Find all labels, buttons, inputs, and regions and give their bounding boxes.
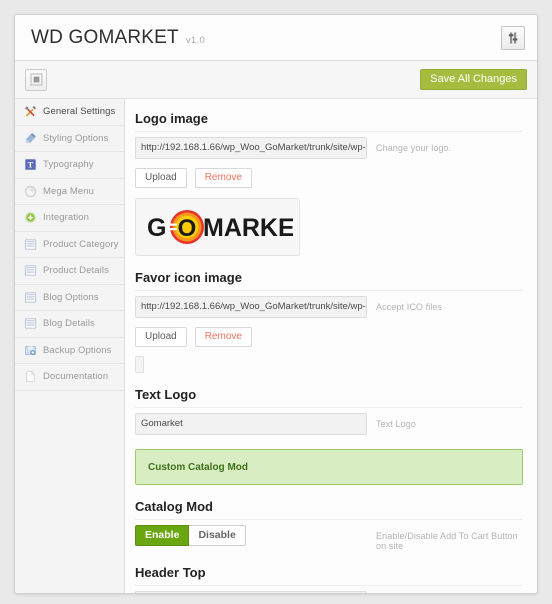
tools-icon <box>23 105 37 119</box>
favor-icon-buttons: Upload Remove <box>135 327 367 347</box>
catalog-mod-title: Catalog Mod <box>135 499 523 520</box>
favor-icon-section: Favor icon image http://192.168.1.66/wp_… <box>135 270 523 373</box>
layout-toggle-button[interactable] <box>25 68 47 91</box>
sidebar-item-general-settings[interactable]: General Settings <box>15 99 124 126</box>
version-label: v1.0 <box>185 35 206 46</box>
sidebar-item-label: Backup Options <box>43 344 112 356</box>
sidebar-item-label: Mega Menu <box>43 185 95 197</box>
catalog-mod-toggle: Enable Disable <box>135 525 367 546</box>
logo-image-field-row: http://192.168.1.66/wp_Woo_GoMarket/trun… <box>135 137 523 256</box>
sidebar-item-blog-options[interactable]: Blog Options <box>15 285 124 311</box>
header-top-field-row: 24/7 Customer Support (01) 123 456 YOUR … <box>135 591 523 593</box>
sidebar-item-label: Styling Options <box>43 132 109 144</box>
settings-panel: WD GOMARKET v1.0 Save All Changes Genera… <box>14 14 538 594</box>
svg-text:O: O <box>177 215 196 242</box>
favor-icon-field-left: http://192.168.1.66/wp_Woo_GoMarket/trun… <box>135 296 367 373</box>
paint-roller-icon <box>23 131 37 145</box>
text-logo-field-left: Gomarket <box>135 413 367 435</box>
favor-icon-preview-placeholder <box>135 356 144 373</box>
stacked-list-icon <box>23 290 37 304</box>
logo-remove-button[interactable]: Remove <box>194 168 252 188</box>
text-logo-title: Text Logo <box>135 387 523 408</box>
logo-preview: G O MARKET <box>135 198 300 256</box>
catalog-mod-description: Enable/Disable Add To Cart Button on sit… <box>376 531 518 551</box>
typography-t-icon: T <box>23 158 37 172</box>
sidebar-item-label: Blog Options <box>43 291 99 303</box>
panel-body: General Settings Styling Options T Typog… <box>15 99 537 593</box>
sidebar-item-label: Product Category <box>43 238 119 250</box>
sidebar-item-label: General Settings <box>43 106 116 118</box>
favor-icon-field-row: http://192.168.1.66/wp_Woo_GoMarket/trun… <box>135 296 523 373</box>
sidebar-item-backup-options[interactable]: Backup Options <box>15 338 124 364</box>
header-top-section: Header Top 24/7 Customer Support (01) 12… <box>135 565 523 593</box>
panel-header: WD GOMARKET v1.0 <box>15 15 537 61</box>
catalog-mod-section: Catalog Mod Enable Disable Enable/Disabl… <box>135 499 523 551</box>
sidebar-item-label: Blog Details <box>43 318 95 330</box>
sidebar-item-label: Documentation <box>43 371 109 383</box>
sidebar-item-mega-menu[interactable]: Mega Menu <box>15 179 124 205</box>
svg-text:T: T <box>27 161 33 170</box>
logo-image-title: Logo image <box>135 111 523 132</box>
header-top-field-left: 24/7 Customer Support (01) 123 456 YOUR … <box>135 591 367 593</box>
sidebar-item-label: Integration <box>43 212 89 224</box>
svg-text:G: G <box>147 214 166 242</box>
stacked-list-icon <box>23 264 37 278</box>
plus-circle-icon <box>23 211 37 225</box>
catalog-mod-disable-button[interactable]: Disable <box>189 525 246 546</box>
custom-catalog-mod-banner: Custom Catalog Mod <box>135 449 523 485</box>
sidebar-item-blog-details[interactable]: Blog Details <box>15 311 124 338</box>
backup-disk-icon <box>23 343 37 357</box>
logo-url-input[interactable]: http://192.168.1.66/wp_Woo_GoMarket/trun… <box>135 137 367 159</box>
sidebar-item-label: Product Details <box>43 265 109 277</box>
sidebar-item-documentation[interactable]: Documentation <box>15 364 124 391</box>
logo-image-description: Change your logo. <box>376 143 452 153</box>
svg-text:MARKET: MARKET <box>203 214 293 242</box>
document-page-icon <box>23 370 37 384</box>
sidebar-nav: General Settings Styling Options T Typog… <box>15 99 125 593</box>
sliders-icon <box>508 32 518 43</box>
sidebar-item-product-details[interactable]: Product Details <box>15 258 124 285</box>
sidebar-item-styling-options[interactable]: Styling Options <box>15 126 124 152</box>
sidebar-item-product-category[interactable]: Product Category <box>15 232 124 258</box>
header-top-description: Show information support <box>367 591 480 593</box>
save-all-changes-button[interactable]: Save All Changes <box>420 69 527 90</box>
sidebar-item-typography[interactable]: T Typography <box>15 152 124 179</box>
settings-toggle-button[interactable] <box>501 25 525 50</box>
catalog-mod-field-left: Enable Disable <box>135 525 367 546</box>
favor-icon-description: Accept ICO files <box>376 302 443 312</box>
catalog-mod-enable-button[interactable]: Enable <box>135 525 190 546</box>
catalog-mod-field-row: Enable Disable Enable/Disable Add To Car… <box>135 525 523 551</box>
text-logo-description: Text Logo <box>376 419 416 429</box>
logo-image-section: Logo image http://192.168.1.66/wp_Woo_Go… <box>135 111 523 256</box>
nested-squares-icon <box>29 73 43 86</box>
settings-content: Logo image http://192.168.1.66/wp_Woo_Go… <box>125 99 537 593</box>
panel-toolbar: Save All Changes <box>15 61 537 99</box>
header-top-input[interactable]: 24/7 Customer Support (01) 123 456 YOUR … <box>135 591 367 593</box>
favor-icon-url-input[interactable]: http://192.168.1.66/wp_Woo_GoMarket/trun… <box>135 296 367 318</box>
app-window: WD GOMARKET v1.0 Save All Changes Genera… <box>0 0 552 604</box>
sidebar-item-label: Typography <box>43 159 94 171</box>
header-top-title: Header Top <box>135 565 523 586</box>
stacked-list-icon <box>23 317 37 331</box>
text-logo-section: Text Logo Gomarket Text Logo <box>135 387 523 435</box>
page-title: WD GOMARKET <box>31 26 179 48</box>
text-logo-input[interactable]: Gomarket <box>135 413 367 435</box>
stacked-list-icon <box>23 237 37 251</box>
logo-upload-button[interactable]: Upload <box>135 168 187 188</box>
text-logo-field-row: Gomarket Text Logo <box>135 413 523 435</box>
gomarket-logo-icon: G O MARKET <box>147 210 293 244</box>
logo-image-buttons: Upload Remove <box>135 168 367 188</box>
mega-menu-icon <box>23 184 37 198</box>
favor-icon-upload-button[interactable]: Upload <box>135 327 187 347</box>
favor-icon-title: Favor icon image <box>135 270 523 291</box>
logo-image-field-left: http://192.168.1.66/wp_Woo_GoMarket/trun… <box>135 137 367 256</box>
sidebar-item-integration[interactable]: Integration <box>15 205 124 232</box>
favor-icon-remove-button[interactable]: Remove <box>194 327 252 347</box>
